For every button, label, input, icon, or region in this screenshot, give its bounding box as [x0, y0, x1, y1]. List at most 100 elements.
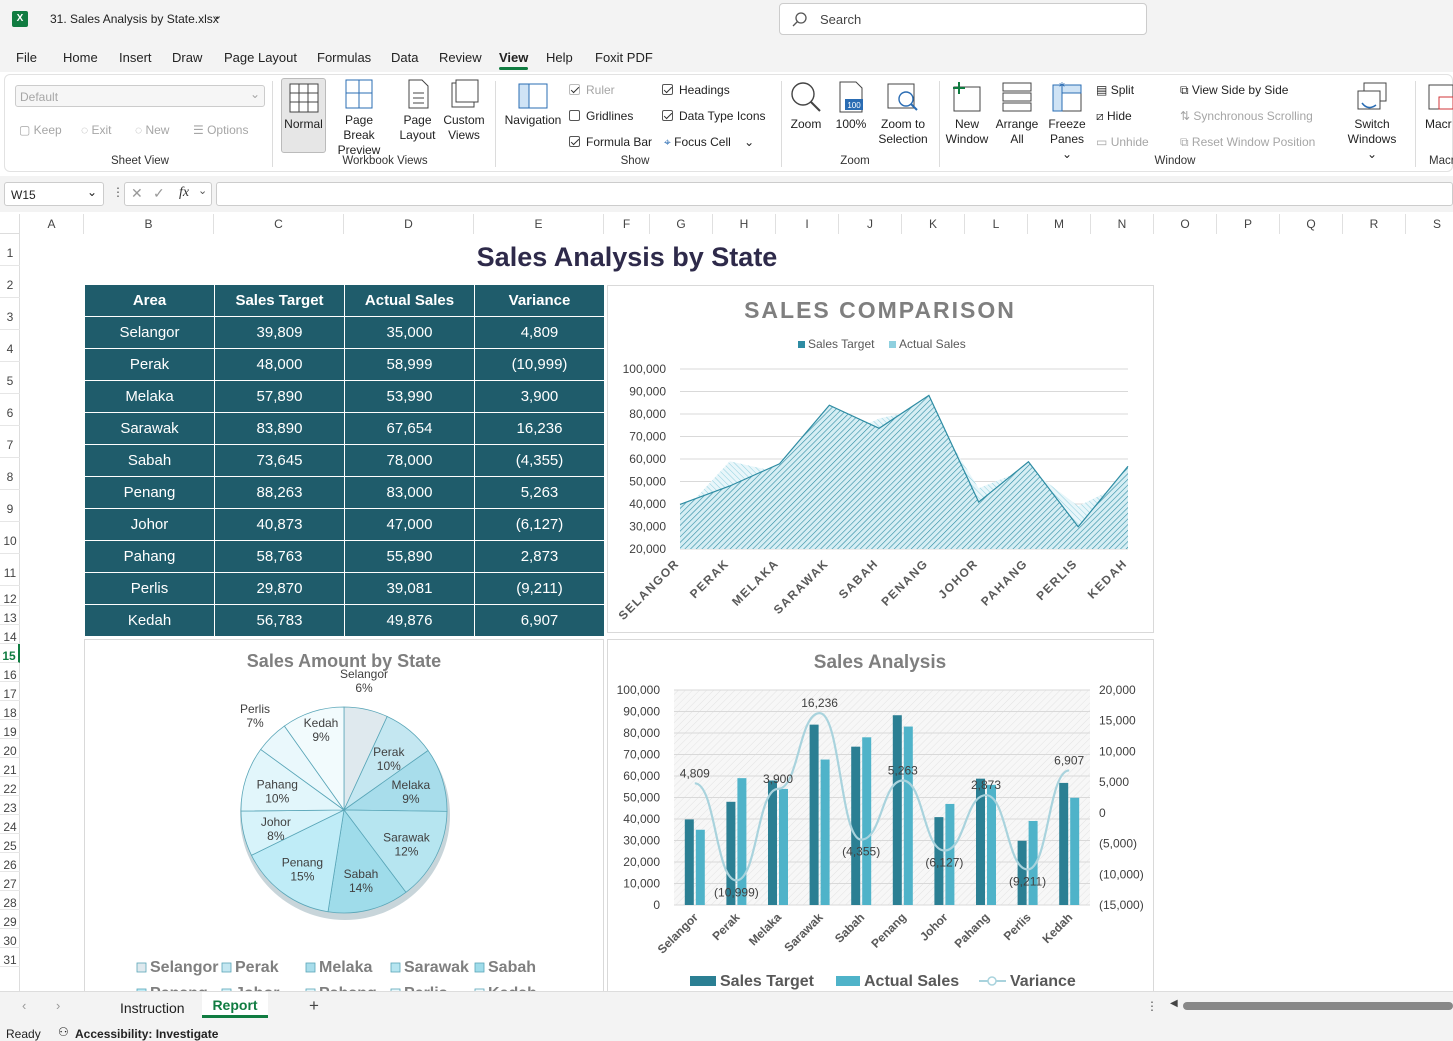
column-header-i[interactable]: I: [776, 214, 839, 234]
page-break-preview-button[interactable]: Page Break Preview: [329, 79, 389, 158]
cell-variance[interactable]: 6,907: [474, 604, 605, 637]
excel-logo-icon[interactable]: X: [12, 11, 28, 27]
horizontal-scrollbar-thumb[interactable]: [1183, 1002, 1453, 1010]
accessibility-status[interactable]: Accessibility: Investigate: [75, 1027, 218, 1041]
formula-input[interactable]: [216, 182, 1453, 206]
normal-view-button[interactable]: Normal: [281, 78, 326, 153]
row-header-17[interactable]: 17: [0, 682, 20, 701]
cell-actual[interactable]: 39,081: [344, 572, 475, 605]
worksheet-grid[interactable]: A B C D E F G H I J K L M N O P Q R S 12…: [0, 214, 1453, 991]
row-header-9[interactable]: 9: [0, 490, 20, 522]
column-header-e[interactable]: E: [474, 214, 604, 234]
column-header-s[interactable]: S: [1406, 214, 1453, 234]
data-type-icons-checkbox[interactable]: Data Type Icons: [662, 109, 766, 123]
column-header-p[interactable]: P: [1217, 214, 1280, 234]
sheet-tab-report[interactable]: Report: [202, 992, 268, 1018]
add-sheet-icon[interactable]: +: [309, 996, 319, 1016]
zoom-button[interactable]: Zoom: [785, 81, 827, 132]
row-header-14[interactable]: 14: [0, 625, 20, 644]
cancel-icon[interactable]: ✕: [131, 185, 143, 202]
menu-data[interactable]: Data: [391, 50, 418, 65]
menu-foxit-pdf[interactable]: Foxit PDF: [595, 50, 653, 65]
header-actual-sales[interactable]: Actual Sales: [344, 284, 475, 317]
column-header-f[interactable]: F: [604, 214, 650, 234]
column-header-o[interactable]: O: [1154, 214, 1217, 234]
menu-file[interactable]: File: [16, 50, 37, 65]
synchronous-scrolling-button[interactable]: ⇅ Synchronous Scrolling: [1180, 109, 1313, 123]
row-header-1[interactable]: 1: [0, 234, 20, 266]
sheet-tab-instruction[interactable]: Instruction: [120, 1000, 185, 1016]
row-header-28[interactable]: 28: [0, 891, 20, 910]
menu-review[interactable]: Review: [439, 50, 482, 65]
column-header-h[interactable]: H: [713, 214, 776, 234]
menu-insert[interactable]: Insert: [119, 50, 152, 65]
cell-target[interactable]: 57,890: [214, 380, 345, 413]
cell-actual[interactable]: 47,000: [344, 508, 475, 541]
accessibility-icon[interactable]: ⚇: [58, 1025, 69, 1039]
chevron-down-icon[interactable]: ⌄: [213, 9, 222, 22]
zoom-to-selection-button[interactable]: Zoom to Selection: [873, 81, 933, 147]
cell-area[interactable]: Melaka: [84, 380, 215, 413]
menu-home[interactable]: Home: [63, 50, 98, 65]
new-window-button[interactable]: New Window: [943, 81, 991, 147]
cell-area[interactable]: Sabah: [84, 444, 215, 477]
cell-target[interactable]: 40,873: [214, 508, 345, 541]
file-name[interactable]: 31. Sales Analysis by State.xlsx: [50, 12, 219, 26]
cell-actual[interactable]: 58,999: [344, 348, 475, 381]
gridlines-checkbox[interactable]: Gridlines: [569, 109, 633, 123]
header-area[interactable]: Area: [84, 284, 215, 317]
cell-area[interactable]: Perak: [84, 348, 215, 381]
cell-variance[interactable]: (9,211): [474, 572, 605, 605]
row-header-21[interactable]: 21: [0, 758, 20, 777]
row-header-11[interactable]: 11: [0, 554, 20, 586]
hide-button[interactable]: ⧄ Hide: [1096, 109, 1132, 124]
cell-area[interactable]: Penang: [84, 476, 215, 509]
scroll-left-arrow-icon[interactable]: ◀: [1170, 998, 1178, 1009]
macros-button[interactable]: Macr: [1425, 81, 1453, 132]
cell-target[interactable]: 39,809: [214, 316, 345, 349]
row-header-26[interactable]: 26: [0, 853, 20, 872]
column-header-d[interactable]: D: [344, 214, 474, 234]
enter-icon[interactable]: ✓: [153, 185, 165, 202]
row-header-23[interactable]: 23: [0, 796, 20, 815]
row-header-29[interactable]: 29: [0, 910, 20, 929]
menu-draw[interactable]: Draw: [172, 50, 202, 65]
column-header-k[interactable]: K: [902, 214, 965, 234]
freeze-panes-button[interactable]: * Freeze Panes ⌄: [1045, 80, 1089, 162]
column-header-g[interactable]: G: [650, 214, 713, 234]
menu-help[interactable]: Help: [546, 50, 573, 65]
cell-actual[interactable]: 55,890: [344, 540, 475, 573]
cell-variance[interactable]: (4,355): [474, 444, 605, 477]
custom-views-button[interactable]: Custom Views: [439, 79, 489, 143]
sales-amount-by-state-chart[interactable]: Sales Amount by State Selangor 6% Perak 10% M…: [84, 639, 604, 991]
row-header-19[interactable]: 19: [0, 720, 20, 739]
row-header-13[interactable]: 13: [0, 606, 20, 625]
headings-checkbox[interactable]: Headings: [662, 83, 730, 97]
exit-button[interactable]: ◌ Exit: [81, 123, 111, 137]
scroll-right-icon[interactable]: ›: [56, 998, 60, 1013]
ruler-checkbox[interactable]: Ruler: [569, 83, 615, 97]
reset-window-position-button[interactable]: ⧉ Reset Window Position: [1180, 135, 1315, 150]
column-header-a[interactable]: A: [20, 214, 84, 234]
more-icon[interactable]: ⋮: [112, 185, 124, 199]
cell-actual[interactable]: 67,654: [344, 412, 475, 445]
cell-area[interactable]: Perlis: [84, 572, 215, 605]
cell-area[interactable]: Sarawak: [84, 412, 215, 445]
formula-bar-checkbox[interactable]: Formula Bar: [569, 135, 652, 149]
cell-target[interactable]: 56,783: [214, 604, 345, 637]
cell-target[interactable]: 88,263: [214, 476, 345, 509]
cell-actual[interactable]: 53,990: [344, 380, 475, 413]
menu-formulas[interactable]: Formulas: [317, 50, 371, 65]
row-header-24[interactable]: 24: [0, 815, 20, 834]
switch-windows-button[interactable]: Switch Windows ⌄: [1341, 81, 1403, 162]
row-header-10[interactable]: 10: [0, 522, 20, 554]
new-sheet-view-button[interactable]: ◌ New: [135, 123, 169, 137]
cell-variance[interactable]: 16,236: [474, 412, 605, 445]
cell-target[interactable]: 73,645: [214, 444, 345, 477]
sheet-view-dropdown[interactable]: Default ⌄: [15, 85, 265, 107]
cell-area[interactable]: Pahang: [84, 540, 215, 573]
row-header-7[interactable]: 7: [0, 426, 20, 458]
focus-cell-button[interactable]: ⌖ Focus Cell ⌄: [664, 135, 754, 150]
more-icon[interactable]: ⋮: [1146, 999, 1158, 1013]
cell-variance[interactable]: (6,127): [474, 508, 605, 541]
